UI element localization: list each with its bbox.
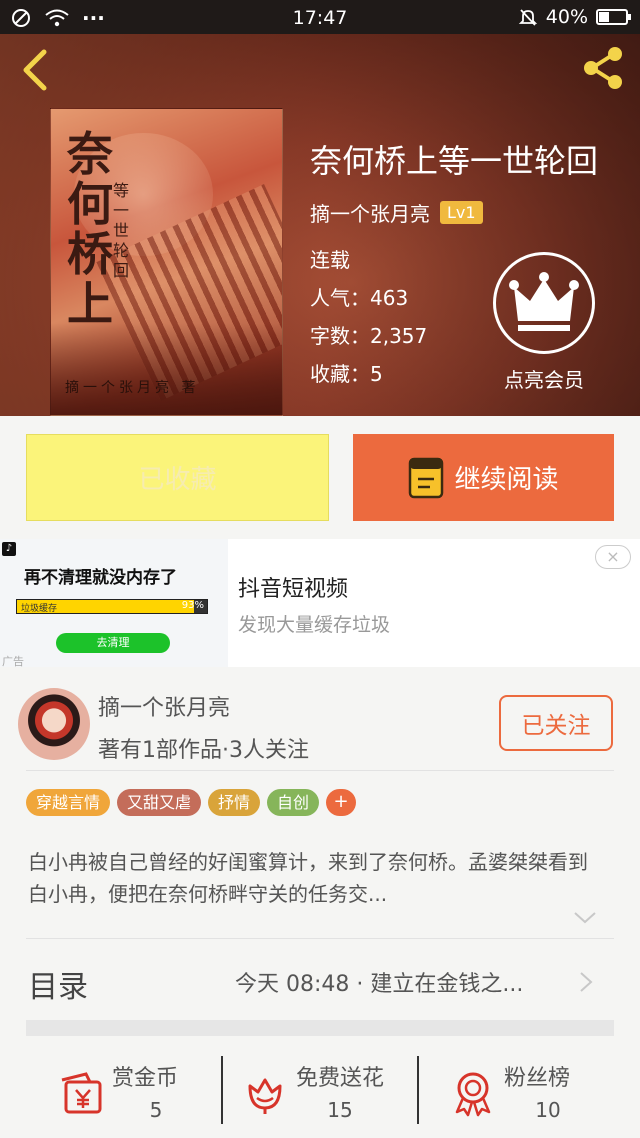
cover-shadow bbox=[51, 323, 282, 415]
ad-thumbnail[interactable]: ♪ 再不清理就没内存了 垃圾缓存 93% 去清理 广告 bbox=[0, 539, 228, 668]
book-author[interactable]: 摘一个张月亮 bbox=[310, 198, 430, 227]
vip-crown-button[interactable] bbox=[493, 252, 595, 354]
book-header: 奈何桥上 等一世轮回 摘一个张月亮 著 奈何桥上等一世轮回 摘一个张月亮 Lv1… bbox=[0, 34, 640, 416]
back-arrow-icon[interactable] bbox=[16, 48, 56, 92]
ad-cache-bar-percent: 93% bbox=[181, 600, 204, 611]
tag-3[interactable]: 自创 bbox=[267, 789, 320, 816]
cover-author: 摘一个张月亮 著 bbox=[65, 380, 200, 396]
cover-title-small: 等一世轮回 bbox=[113, 181, 130, 280]
chevron-right-icon bbox=[580, 972, 593, 992]
ad-thumb-headline: 再不清理就没内存了 bbox=[24, 568, 177, 588]
bottom-separator bbox=[417, 1056, 419, 1124]
author-card[interactable]: 摘一个张月亮 著有1部作品·3人关注 已关注 bbox=[0, 676, 640, 770]
toc-label: 目录 bbox=[28, 970, 88, 1005]
red-envelope-icon bbox=[61, 1072, 102, 1114]
reward-coins-button[interactable]: 赏金币 5 bbox=[56, 1058, 236, 1134]
table-of-contents-row[interactable]: 目录 今天 08:48 · 建立在金钱之... bbox=[0, 952, 640, 1012]
reward-coins-label: 赏金币 bbox=[112, 1066, 179, 1091]
bottom-action-bar: 赏金币 5 免费送花 15 粉丝榜 10 bbox=[0, 1040, 640, 1138]
send-flowers-button[interactable]: 免费送花 15 bbox=[240, 1058, 420, 1134]
vip-label[interactable]: 点亮会员 bbox=[470, 364, 618, 393]
mute-bell-icon bbox=[518, 9, 537, 26]
reward-coins-count: 5 bbox=[149, 1098, 163, 1122]
tag-2[interactable]: 抒情 bbox=[208, 789, 261, 816]
favorited-button[interactable]: 已收藏 bbox=[26, 434, 329, 521]
flower-icon bbox=[248, 1078, 282, 1114]
book-status: 连载 bbox=[310, 248, 350, 272]
bottom-separator bbox=[221, 1056, 223, 1124]
tiktok-icon: ♪ bbox=[2, 542, 16, 556]
book-icon bbox=[409, 457, 444, 498]
fan-ranking-label: 粉丝榜 bbox=[504, 1066, 571, 1091]
ad-cache-bar: 垃圾缓存 93% bbox=[16, 599, 208, 614]
divider bbox=[26, 938, 614, 939]
book-popularity: 人气：463 bbox=[310, 286, 409, 310]
fan-ranking-button[interactable]: 粉丝榜 10 bbox=[448, 1058, 628, 1134]
ad-clean-button[interactable]: 去清理 bbox=[56, 633, 170, 653]
chevron-down-icon[interactable] bbox=[572, 910, 598, 926]
crown-icon bbox=[509, 272, 579, 331]
send-flowers-count: 15 bbox=[327, 1098, 353, 1122]
send-flowers-label: 免费送花 bbox=[296, 1066, 385, 1091]
ad-cache-bar-label: 垃圾缓存 bbox=[21, 604, 58, 614]
book-cover[interactable]: 奈何桥上 等一世轮回 摘一个张月亮 著 bbox=[50, 108, 283, 416]
ad-banner[interactable]: ♪ 再不清理就没内存了 垃圾缓存 93% 去清理 广告 抖音短视频 发现大量缓存… bbox=[0, 539, 640, 668]
book-word-count: 字数：2,357 bbox=[310, 324, 428, 348]
level-badge: Lv1 bbox=[440, 201, 483, 224]
author-stats: 著有1部作品·3人关注 bbox=[98, 738, 309, 763]
battery-percent: 40% bbox=[545, 6, 588, 28]
share-icon[interactable] bbox=[578, 44, 628, 92]
ad-label: 广告 bbox=[2, 655, 24, 668]
book-favorites: 收藏：5 bbox=[310, 362, 383, 386]
status-bar: ··· 17:47 40% bbox=[0, 0, 640, 34]
ad-title[interactable]: 抖音短视频 bbox=[238, 571, 348, 603]
fan-ranking-count: 10 bbox=[535, 1098, 561, 1122]
ad-close-button[interactable]: × bbox=[595, 545, 631, 569]
ad-subtitle: 发现大量缓存垃圾 bbox=[238, 614, 391, 636]
continue-reading-button[interactable]: 继续阅读 bbox=[353, 434, 614, 521]
add-tag-button[interactable]: + bbox=[326, 789, 357, 816]
section-separator bbox=[26, 1020, 614, 1036]
book-title: 奈何桥上等一世轮回 bbox=[310, 142, 599, 180]
tag-0[interactable]: 穿越言情 bbox=[26, 789, 111, 816]
book-description[interactable]: 白小冉被自己曾经的好闺蜜算计，来到了奈何桥。孟婆桀桀看到白小冉，便把在奈何桥畔守… bbox=[28, 846, 600, 910]
latest-chapter[interactable]: 今天 08:48 · 建立在金钱之... bbox=[235, 966, 565, 998]
tag-list: 穿越言情 又甜又虐 抒情 自创 + bbox=[26, 789, 357, 816]
battery-icon bbox=[596, 9, 631, 25]
divider bbox=[26, 770, 614, 771]
author-name[interactable]: 摘一个张月亮 bbox=[98, 690, 230, 722]
book-author-line: 摘一个张月亮 Lv1 bbox=[310, 198, 483, 227]
follow-button[interactable]: 已关注 bbox=[499, 695, 613, 751]
medal-icon bbox=[455, 1072, 491, 1117]
tag-1[interactable]: 又甜又虐 bbox=[117, 789, 202, 816]
continue-reading-label: 继续阅读 bbox=[454, 465, 559, 495]
author-avatar[interactable] bbox=[18, 688, 90, 760]
